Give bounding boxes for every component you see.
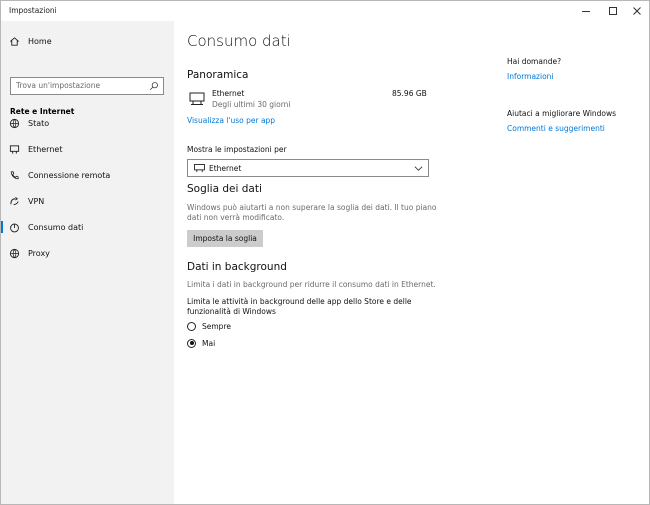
- sidebar-item-connessione-remota[interactable]: Connessione remota: [1, 164, 174, 186]
- sidebar-item-proxy[interactable]: Proxy: [1, 242, 174, 264]
- help-link[interactable]: Informazioni: [507, 72, 554, 81]
- radio-circle[interactable]: [187, 338, 196, 348]
- usage-period: Degli ultimi 30 giorni: [212, 100, 291, 109]
- network-select-value: Ethernet: [209, 164, 242, 173]
- sidebar-item-ethernet[interactable]: Ethernet: [1, 138, 174, 160]
- usage-amount: 85.96 GB: [392, 89, 427, 98]
- sidebar-item-label: Proxy: [28, 248, 50, 258]
- set-threshold-button[interactable]: Imposta la soglia: [187, 230, 263, 247]
- sidebar-item-label: Consumo dati: [28, 222, 84, 232]
- sidebar-item-label: VPN: [28, 196, 45, 206]
- ethernet-icon: [194, 164, 205, 173]
- title-bar: Impostazioni: [1, 1, 649, 21]
- phone-icon: [7, 168, 21, 182]
- sidebar-item-label: Home: [28, 36, 52, 46]
- globe-icon: [7, 246, 21, 260]
- search-icon[interactable]: [149, 81, 159, 91]
- radio-label: Sempre: [202, 321, 231, 331]
- ethernet-icon: [7, 142, 21, 156]
- sidebar-item-vpn[interactable]: VPN: [1, 190, 174, 212]
- radio-circle[interactable]: [187, 321, 196, 331]
- background-heading: Dati in background: [187, 261, 287, 273]
- radio-label: Mai: [202, 338, 216, 348]
- maximize-icon: [609, 7, 617, 15]
- settings-window: Impostazioni Home Rete e Internet Stat: [0, 0, 650, 505]
- threshold-description: Windows può aiutarti a non superare la s…: [187, 203, 437, 212]
- minimize-icon: [582, 11, 590, 12]
- network-name: Ethernet: [212, 89, 245, 98]
- page-title: Consumo dati: [187, 32, 291, 50]
- minimize-button[interactable]: [571, 1, 601, 21]
- sidebar-item-label: Stato: [28, 118, 50, 128]
- improve-heading: Aiutaci a migliorare Windows: [507, 109, 617, 118]
- close-icon: [633, 7, 641, 15]
- threshold-description: dati non verrà modificato.: [187, 213, 285, 222]
- sidebar-item-stato[interactable]: Stato: [1, 112, 174, 134]
- show-settings-label: Mostra le impostazioni per: [187, 145, 287, 154]
- sidebar-item-consumo-dati[interactable]: Consumo dati: [1, 216, 174, 238]
- threshold-heading: Soglia dei dati: [187, 183, 262, 195]
- network-select[interactable]: Ethernet: [187, 159, 429, 177]
- background-question: funzionalità di Windows: [187, 307, 276, 316]
- data-usage-icon: [7, 220, 21, 234]
- sidebar-item-label: Connessione remota: [28, 170, 111, 180]
- close-button[interactable]: [622, 1, 650, 21]
- feedback-link[interactable]: Commenti e suggerimenti: [507, 124, 605, 133]
- vpn-icon: [7, 194, 21, 208]
- background-description: Limita i dati in background per ridurre …: [187, 280, 436, 289]
- globe-status-icon: [7, 116, 21, 130]
- radio-sempre[interactable]: Sempre: [187, 320, 297, 332]
- chevron-down-icon: [414, 166, 423, 171]
- overview-heading: Panoramica: [187, 69, 249, 81]
- search-input[interactable]: [16, 81, 146, 90]
- ethernet-network-icon: [189, 92, 205, 105]
- home-icon: [7, 34, 21, 48]
- view-usage-per-app-link[interactable]: Visualizza l'uso per app: [187, 116, 275, 125]
- background-question: Limita le attività in background delle a…: [187, 297, 412, 306]
- sidebar: Home Rete e Internet Stato Ethernet Conn…: [1, 21, 174, 504]
- radio-mai[interactable]: Mai: [187, 337, 297, 349]
- window-title: Impostazioni: [9, 6, 57, 15]
- help-heading: Hai domande?: [507, 57, 562, 66]
- sidebar-item-home[interactable]: Home: [1, 30, 174, 52]
- search-box[interactable]: [10, 77, 164, 95]
- sidebar-item-label: Ethernet: [28, 144, 63, 154]
